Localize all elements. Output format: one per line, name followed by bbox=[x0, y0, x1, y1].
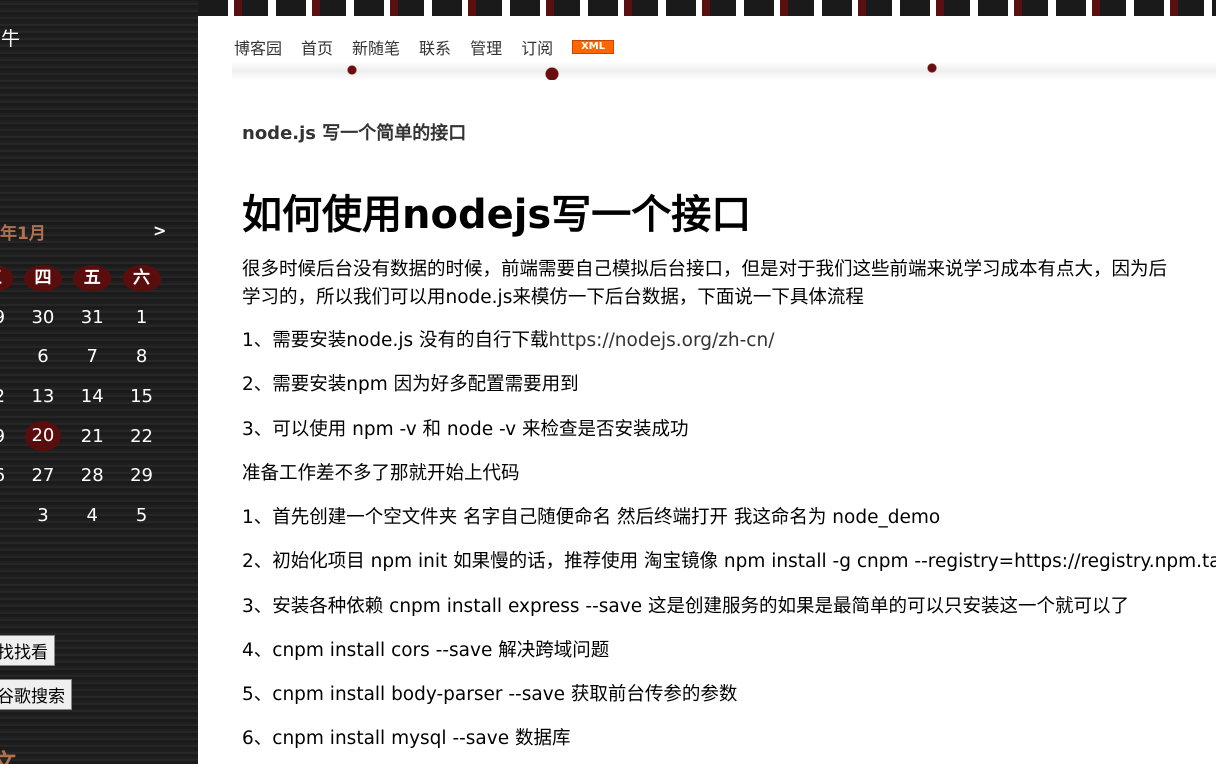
weekday: 三 bbox=[0, 264, 18, 291]
calendar-day[interactable]: 15 bbox=[117, 386, 166, 407]
paragraph: 5、cnpm install body-parser --save 获取前台传参… bbox=[242, 684, 738, 705]
weekday: 四 bbox=[18, 264, 67, 291]
calendar-day[interactable]: 12 bbox=[0, 386, 18, 407]
calendar-day[interactable]: 6 bbox=[18, 346, 67, 367]
calendar-day[interactable]: 22 bbox=[117, 426, 166, 447]
calendar-week: 5678 bbox=[0, 337, 166, 377]
search-button[interactable]: 找找看 bbox=[0, 635, 55, 666]
calendar-day[interactable]: 28 bbox=[68, 465, 117, 486]
calendar-week: 12131415 bbox=[0, 377, 166, 417]
calendar-week: 2930311 bbox=[0, 298, 166, 338]
paragraph: 4、cnpm install cors --save 解决跨域问题 bbox=[242, 640, 610, 661]
paragraph: 2、需要安装npm 因为好多配置需要用到 bbox=[242, 374, 579, 395]
calendar-day[interactable]: 27 bbox=[18, 465, 67, 486]
calendar-day[interactable]: 14 bbox=[68, 386, 117, 407]
calendar-day-today[interactable]: 20 bbox=[18, 421, 67, 452]
weekday: 五 bbox=[68, 264, 117, 291]
calendar-week: 2345 bbox=[0, 496, 166, 536]
paragraph: 6、cnpm install mysql --save 数据库 bbox=[242, 728, 571, 749]
paragraph: 3、可以使用 npm -v 和 node -v 来检查是否安装成功 bbox=[242, 419, 689, 440]
paragraph: 3、安装各种依赖 cnpm install express --save 这是创… bbox=[242, 596, 1129, 617]
paragraph: 1、需要安装node.js 没有的自行下载https://nodejs.org/… bbox=[242, 326, 774, 355]
calendar: 三 四 五 六 29303115678121314151920212226272… bbox=[0, 258, 166, 535]
sidebar: 蜗牛 年1月 > 三 四 五 六 29303115678121314151920… bbox=[0, 0, 198, 764]
calendar-day[interactable]: 29 bbox=[0, 307, 18, 328]
weekday: 六 bbox=[117, 264, 166, 291]
step-text: 1、需要安装node.js 没有的自行下载 bbox=[242, 330, 549, 351]
paragraph: 1、首先创建一个空文件夹 名字自己随便命名 然后终端打开 我这命名为 node_… bbox=[242, 507, 941, 528]
google-search-button[interactable]: 谷歌搜索 bbox=[0, 679, 72, 710]
calendar-week: 19202122 bbox=[0, 416, 166, 456]
calendar-day[interactable]: 21 bbox=[68, 426, 117, 447]
calendar-day[interactable]: 3 bbox=[18, 505, 67, 526]
calendar-day[interactable]: 7 bbox=[68, 346, 117, 367]
paragraph: 准备工作差不多了那就开始上代码 bbox=[242, 463, 520, 484]
calendar-next-month[interactable]: > bbox=[153, 221, 166, 240]
calendar-day[interactable]: 8 bbox=[117, 346, 166, 367]
calendar-day[interactable]: 13 bbox=[18, 386, 67, 407]
calendar-day[interactable]: 1 bbox=[117, 307, 166, 328]
calendar-day[interactable]: 31 bbox=[68, 307, 117, 328]
sidebar-heading: 文 bbox=[0, 749, 16, 764]
paragraph: 很多时候后台没有数据的时候，前端需要自己模拟后台接口，但是对于我们这些前端来说学… bbox=[242, 259, 1168, 280]
post-title[interactable]: node.js 写一个简单的接口 bbox=[242, 119, 466, 145]
paragraph: 2、初始化项目 npm init 如果慢的话，推荐使用 淘宝镜像 npm ins… bbox=[242, 551, 1216, 572]
calendar-day[interactable]: 29 bbox=[117, 465, 166, 486]
blog-name[interactable]: 蜗牛 bbox=[0, 24, 20, 51]
calendar-day[interactable]: 26 bbox=[0, 465, 18, 486]
calendar-day[interactable]: 19 bbox=[0, 426, 18, 447]
post-heading: 如何使用nodejs写一个接口 bbox=[242, 192, 752, 238]
paragraph: 学习的，所以我们可以用node.js来模仿一下后台数据，下面说一下具体流程 bbox=[242, 287, 864, 308]
nodejs-link[interactable]: https://nodejs.org/zh-cn/ bbox=[548, 330, 774, 351]
calendar-day[interactable]: 2 bbox=[0, 505, 18, 526]
calendar-day[interactable]: 5 bbox=[0, 346, 18, 367]
calendar-title: 年1月 bbox=[0, 224, 46, 244]
calendar-day[interactable]: 5 bbox=[117, 505, 166, 526]
calendar-week: 26272829 bbox=[0, 456, 166, 496]
calendar-day[interactable]: 4 bbox=[68, 505, 117, 526]
post: node.js 写一个简单的接口 如何使用nodejs写一个接口 很多时候后台没… bbox=[242, 0, 1216, 764]
calendar-day[interactable]: 30 bbox=[18, 307, 67, 328]
